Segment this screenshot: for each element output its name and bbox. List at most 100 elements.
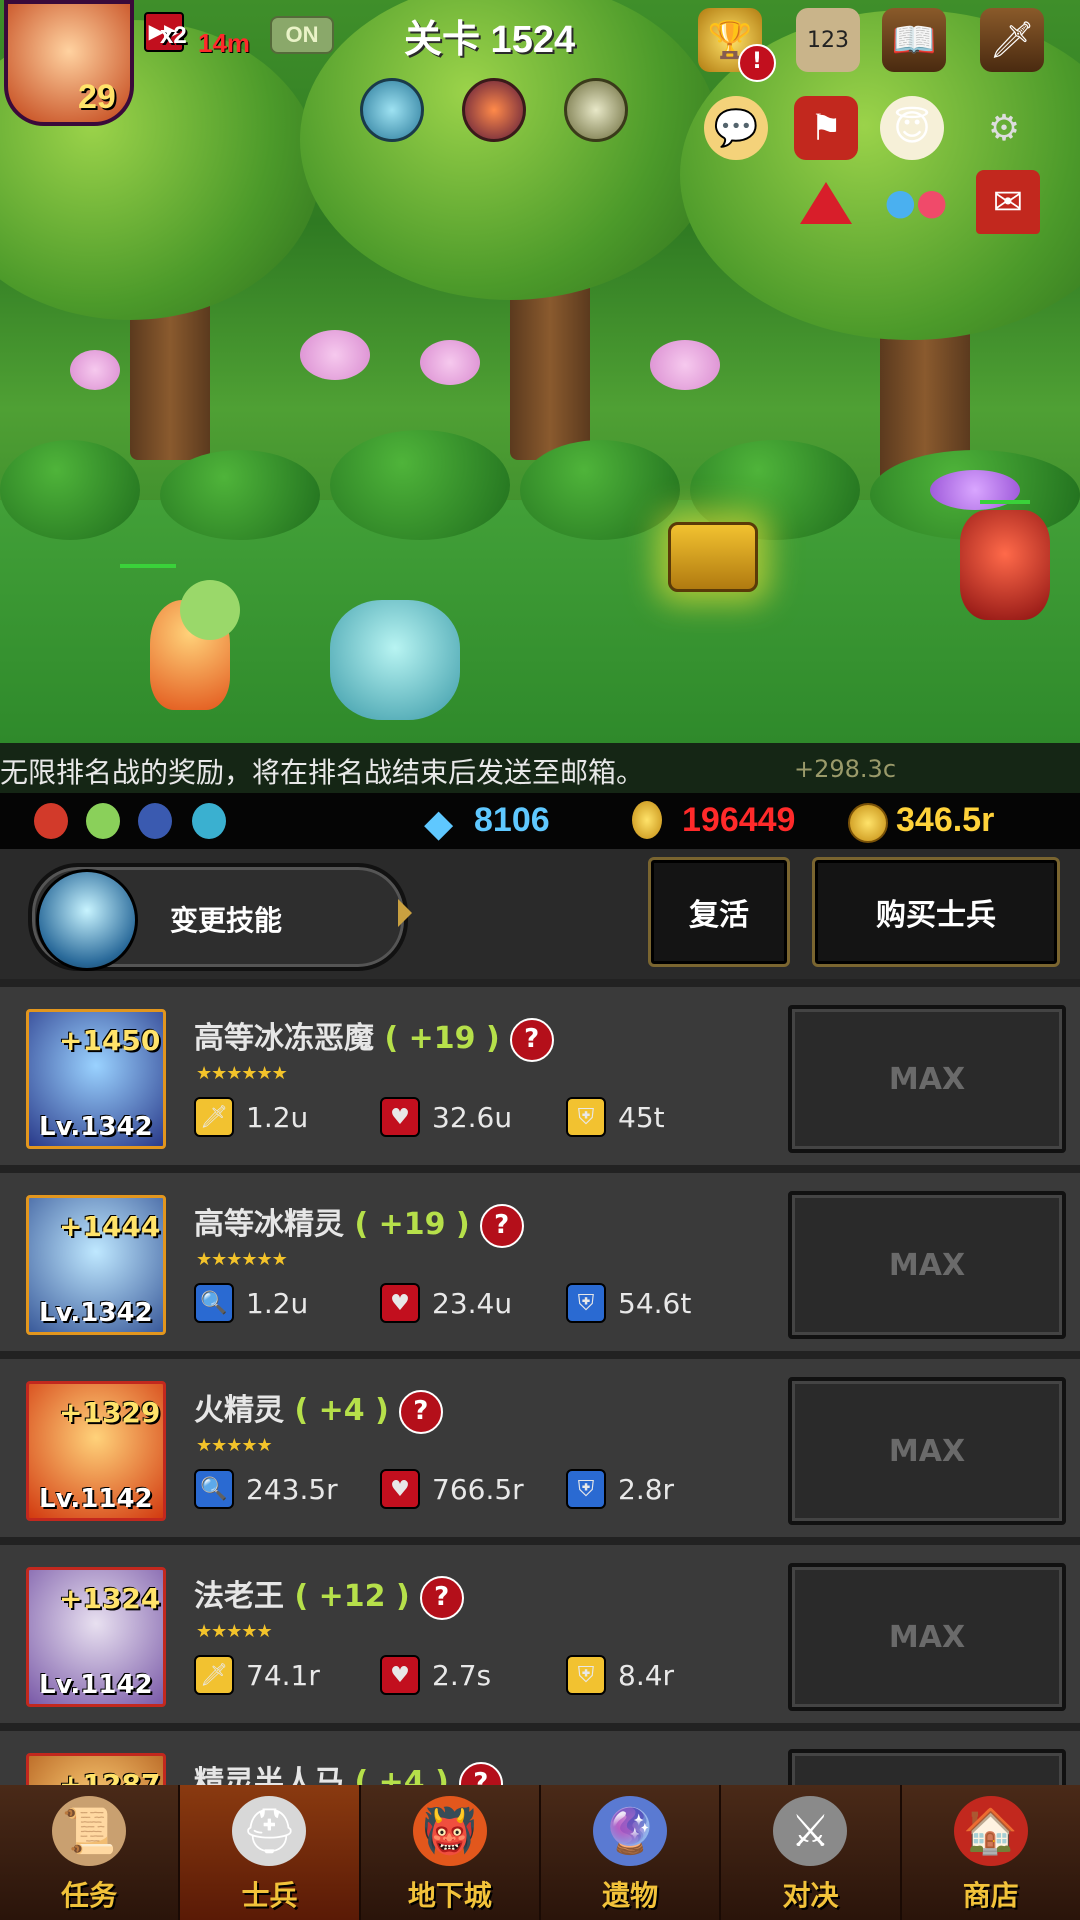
blue-shield-icon: ⛨	[566, 1469, 606, 1509]
unit-name-line: 法老王 ( +12 )?	[194, 1571, 464, 1620]
angel-icon[interactable]: 😇	[880, 96, 944, 160]
mailbox-icon[interactable]: ✉	[976, 170, 1040, 234]
unit-portrait[interactable]: +1444 Lv.1342	[26, 1195, 166, 1335]
help-icon[interactable]: ?	[419, 1575, 464, 1620]
blue-shield-icon: ⛨	[566, 1283, 606, 1323]
nav-label: 任务	[61, 1879, 118, 1912]
party-hero-fire-icon	[34, 803, 68, 839]
hero-book-icon[interactable]: 📖	[882, 8, 946, 72]
nav-relics[interactable]: 🔮 遗物	[541, 1785, 722, 1920]
gold-gain-text: +298.3c	[794, 755, 897, 783]
skill-tower-icon[interactable]	[360, 78, 424, 142]
heart-icon: ♥	[380, 1655, 420, 1695]
unit-bonus: +1287	[59, 1768, 161, 1785]
upgrade-max-button[interactable]: MAX	[788, 1005, 1066, 1153]
medal-icon	[632, 801, 662, 839]
unit-portrait[interactable]: +1324 Lv.1142	[26, 1567, 166, 1707]
defense-value: 2.8r	[618, 1472, 675, 1506]
defense-stat: ⛨ 45t	[566, 1097, 665, 1137]
upgrade-max-button[interactable]: MAX	[788, 1191, 1066, 1339]
nav-label: 商店	[962, 1879, 1019, 1912]
upgrade-max-button[interactable]: MAX	[788, 1563, 1066, 1711]
unit-portrait[interactable]: +1287	[26, 1753, 166, 1785]
skill-arrow-icon[interactable]	[564, 78, 628, 142]
speed-multiplier: x2	[160, 22, 187, 49]
unit-level: Lv.1342	[39, 1112, 153, 1142]
magic-attack-stat: 🔍 243.5r	[194, 1469, 338, 1509]
settings-gear-icon[interactable]: ⚙	[972, 96, 1036, 160]
unit-plus: ( +19 )	[354, 1207, 470, 1242]
party-hero-slime-icon	[192, 803, 226, 839]
treasure-chest-icon[interactable]	[668, 522, 758, 592]
unit-name: 高等冰精灵	[194, 1207, 344, 1242]
hp-value: 32.6u	[432, 1100, 513, 1134]
stage-label: 关卡 1524	[404, 19, 576, 61]
heart-icon: ♥	[380, 1469, 420, 1509]
gold-coin-icon	[848, 803, 888, 843]
gem-count: 8106	[474, 801, 550, 839]
notice-banner: 无限排名战的奖励，将在排名战结束后发送至邮箱。 +298.3c	[0, 743, 1080, 793]
nav-duel[interactable]: ⚔ 对决	[721, 1785, 902, 1920]
hp-stat: ♥ 2.7s	[380, 1655, 491, 1695]
attack-value: 1.2u	[246, 1286, 309, 1320]
nav-label: 对决	[782, 1879, 839, 1912]
unit-bonus: +1450	[59, 1024, 161, 1057]
friends-icon[interactable]: ● ●	[884, 170, 948, 234]
player-avatar[interactable]: 29	[4, 0, 134, 126]
unit-row: +1287 精灵半人马 ( +4 )?	[0, 1731, 1080, 1785]
heart-icon: ♥	[380, 1097, 420, 1137]
unit-stars: ★★★★★	[196, 1435, 273, 1456]
nav-quests[interactable]: 📜 任务	[0, 1785, 181, 1920]
nav-shop[interactable]: 🏠 商店	[902, 1785, 1080, 1920]
wand-icon: 🔍	[194, 1283, 234, 1323]
medal-count: 196449	[682, 801, 796, 839]
buy-soldier-button[interactable]: 购买士兵	[812, 857, 1060, 967]
shield-icon: ⛨	[566, 1097, 606, 1137]
skill-vortex-icon[interactable]	[462, 78, 526, 142]
hero-hp-bar	[120, 564, 176, 568]
upgrade-button[interactable]	[788, 1749, 1066, 1785]
weapon-book-icon[interactable]: 🗡	[980, 8, 1044, 72]
unit-stars: ★★★★★★	[196, 1249, 288, 1270]
dungeon-monster-icon: 👹	[412, 1796, 487, 1866]
gem-icon: ◆	[424, 801, 454, 845]
unit-name-line: 火精灵 ( +4 )?	[194, 1385, 443, 1434]
unit-portrait[interactable]: +1450 Lv.1342	[26, 1009, 166, 1149]
unit-portrait[interactable]: +1329 Lv.1142	[26, 1381, 166, 1521]
ranking-podium-icon[interactable]: 123	[796, 8, 860, 72]
magic-defense-stat: ⛨ 54.6t	[566, 1283, 691, 1323]
hp-stat: ♥ 766.5r	[380, 1469, 524, 1509]
help-icon[interactable]: ?	[458, 1761, 503, 1785]
alert-badge-icon: !	[738, 44, 776, 82]
change-skill-arrow-icon	[398, 899, 412, 927]
unit-name-line: 高等冰冻恶魔 ( +19 )?	[194, 1013, 554, 1062]
hp-stat: ♥ 23.4u	[380, 1283, 512, 1323]
nav-dungeon[interactable]: 👹 地下城	[361, 1785, 541, 1920]
party-hero-elf-icon	[86, 803, 120, 839]
helmet-soldier-icon: ⛑	[232, 1796, 307, 1866]
unit-plus: ( +4 )	[354, 1765, 449, 1785]
hero-ice-demon	[330, 600, 460, 720]
heart-icon: ♥	[380, 1283, 420, 1323]
help-icon[interactable]: ?	[479, 1203, 524, 1248]
lightning-tower-icon	[36, 869, 138, 971]
guild-banner-icon[interactable]: ⚑	[794, 96, 858, 160]
unit-name-line: 高等冰精灵 ( +19 )?	[194, 1199, 524, 1248]
auto-toggle[interactable]: ON	[270, 16, 334, 54]
help-icon[interactable]: ?	[398, 1389, 443, 1434]
unit-row: +1444 Lv.1342 高等冰精灵 ( +19 )? ★★★★★★ 🔍 1.2…	[0, 1173, 1080, 1351]
shop-house-icon: 🏠	[953, 1796, 1028, 1866]
sword-icon: 🗡	[194, 1655, 234, 1695]
crossed-swords-icon: ⚔	[773, 1796, 848, 1866]
unit-list[interactable]: +1450 Lv.1342 高等冰冻恶魔 ( +19 )? ★★★★★★ 🗡 1.…	[0, 979, 1080, 1785]
unit-row: +1450 Lv.1342 高等冰冻恶魔 ( +19 )? ★★★★★★ 🗡 1.…	[0, 987, 1080, 1165]
collapse-arrow-icon[interactable]	[800, 182, 852, 224]
revive-button[interactable]: 复活	[648, 857, 790, 967]
chat-icon[interactable]: 💬	[704, 96, 768, 160]
change-skill-button[interactable]: 变更技能	[28, 863, 408, 971]
change-skill-label: 变更技能	[170, 904, 283, 937]
help-icon[interactable]: ?	[509, 1017, 554, 1062]
upgrade-max-button[interactable]: MAX	[788, 1377, 1066, 1525]
enemy-hp-bar	[980, 500, 1030, 504]
nav-soldiers[interactable]: ⛑ 士兵	[180, 1785, 361, 1920]
